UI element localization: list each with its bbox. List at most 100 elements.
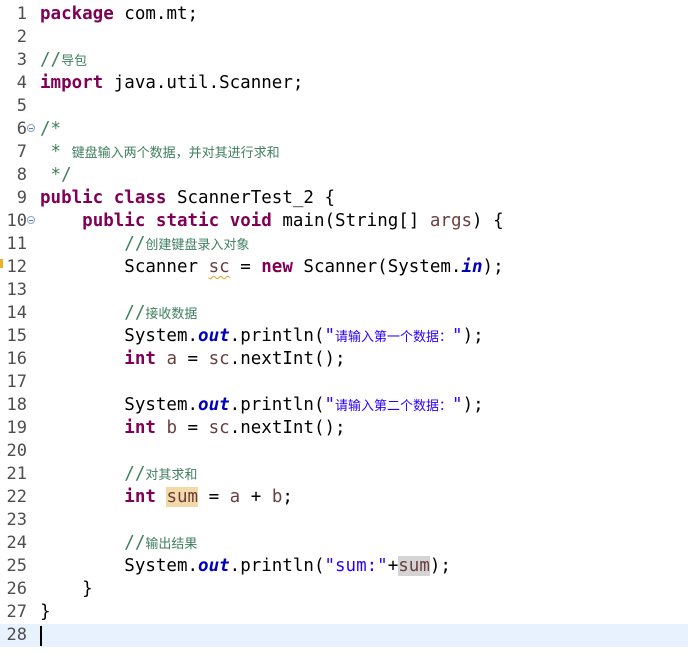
text-cursor: [40, 626, 42, 646]
code-token: Scanner(System.: [292, 257, 462, 277]
code-token: );: [462, 326, 484, 346]
code-token: new: [261, 257, 293, 277]
code-token: ": [324, 326, 336, 346]
code-token: */: [40, 165, 72, 185]
line-number: 15: [6, 326, 27, 346]
code-line[interactable]: 24 //输出结果: [0, 532, 688, 555]
fold-collapse-icon[interactable]: [27, 216, 35, 224]
code-line[interactable]: 26 }: [0, 578, 688, 601]
fold-collapse-icon[interactable]: [27, 124, 35, 132]
line-number: 2: [16, 27, 27, 47]
code-token: b: [271, 487, 283, 507]
code-token: sc: [208, 418, 230, 438]
code-token: sum: [398, 556, 430, 576]
code-line[interactable]: 14 //接收数据: [0, 302, 688, 325]
code-token: package: [40, 4, 114, 24]
code-token: 输出结果: [145, 537, 198, 552]
code-text[interactable]: System.out.println("sum:"+sum);: [40, 555, 451, 578]
code-line[interactable]: 8 */: [0, 164, 688, 187]
line-number: 1: [16, 4, 27, 24]
code-token: =: [177, 349, 209, 369]
code-token: public: [40, 188, 104, 208]
code-token: java.util.Scanner;: [103, 73, 304, 93]
code-line[interactable]: 20: [0, 440, 688, 463]
code-line[interactable]: 9 public class ScannerTest_2 {: [0, 187, 688, 210]
code-line[interactable]: 15 System.out.println("请输入第一个数据：");: [0, 325, 688, 348]
code-token: class: [113, 188, 167, 208]
code-text[interactable]: //对其求和: [40, 463, 197, 487]
code-token: a: [229, 487, 241, 507]
code-line[interactable]: 25 System.out.println("sum:"+sum);: [0, 555, 688, 578]
code-line[interactable]: 27}: [0, 601, 688, 624]
code-line[interactable]: 18 System.out.println("请输入第二个数据：");: [0, 394, 688, 417]
code-token: .println(: [229, 326, 325, 346]
code-text[interactable]: }: [40, 601, 51, 624]
code-token: ;: [282, 487, 293, 507]
code-line[interactable]: 21 //对其求和: [0, 463, 688, 486]
code-line[interactable]: 4 import java.util.Scanner;: [0, 72, 688, 95]
code-line[interactable]: 5: [0, 95, 688, 118]
code-editor[interactable]: 1 package com.mt; 2 3//导包 4 import java.util.…: [0, 0, 688, 655]
code-line[interactable]: 3 //导包: [0, 49, 688, 72]
line-number: 19: [6, 418, 27, 438]
code-line[interactable]: 23: [0, 509, 688, 532]
code-text[interactable]: System.out.println("请输入第一个数据：");: [40, 325, 484, 349]
code-token: =: [177, 418, 209, 438]
code-token: //: [124, 303, 146, 323]
code-line[interactable]: 1 package com.mt;: [0, 3, 688, 26]
code-token: Scanner: [40, 257, 209, 277]
line-number: 5: [16, 96, 27, 116]
code-token: out: [198, 556, 230, 576]
code-token: com.mt;: [113, 4, 199, 24]
code-text[interactable]: import java.util.Scanner;: [40, 72, 303, 95]
code-line[interactable]: 12 Scanner sc = new Scanner(System.in);: [0, 256, 688, 279]
line-number: 14: [6, 303, 27, 323]
line-number: 13: [6, 280, 27, 300]
line-number: 24: [6, 533, 27, 553]
code-token: 请输入第一个数据：: [335, 330, 453, 345]
code-line[interactable]: 22 int sum = a + b;: [0, 486, 688, 509]
code-text[interactable]: //导包: [40, 49, 87, 73]
code-token: .nextInt();: [229, 418, 346, 438]
code-line[interactable]: 10 public static void main(String[] args…: [0, 210, 688, 233]
code-text[interactable]: public static void main(String[] args) {: [40, 210, 504, 233]
code-line[interactable]: 7 * 键盘输入两个数据，并对其进行求和: [0, 141, 688, 164]
code-text[interactable]: //创建键盘录入对象: [40, 233, 249, 257]
code-token: static: [155, 211, 220, 231]
code-text[interactable]: */: [40, 164, 72, 187]
code-line[interactable]: 11 //创建键盘录入对象: [0, 233, 688, 256]
code-token: int: [124, 349, 156, 369]
line-number: 9: [16, 188, 27, 208]
code-text[interactable]: //输出结果: [40, 532, 197, 556]
code-text[interactable]: int b = sc.nextInt();: [40, 417, 346, 440]
code-text[interactable]: /*: [40, 118, 61, 141]
code-token: ": [452, 326, 463, 346]
line-number: 27: [6, 602, 27, 622]
code-text[interactable]: public class ScannerTest_2 {: [40, 187, 335, 210]
code-text[interactable]: }: [40, 578, 93, 601]
code-line[interactable]: 19 int b = sc.nextInt();: [0, 417, 688, 440]
code-token: );: [482, 257, 504, 277]
code-text[interactable]: //接收数据: [40, 302, 197, 326]
code-line[interactable]: 28: [0, 624, 688, 647]
code-line[interactable]: 13: [0, 279, 688, 302]
code-line[interactable]: 17: [0, 371, 688, 394]
code-line[interactable]: 6 /*: [0, 118, 688, 141]
code-token: +: [387, 556, 399, 576]
code-text[interactable]: Scanner sc = new Scanner(System.in);: [40, 256, 504, 279]
warning-marker-icon[interactable]: [0, 259, 3, 268]
code-text[interactable]: int sum = a + b;: [40, 486, 293, 509]
code-text[interactable]: System.out.println("请输入第二个数据：");: [40, 394, 483, 418]
code-line[interactable]: 16 int a = sc.nextInt();: [0, 348, 688, 371]
code-token: =: [229, 257, 262, 277]
code-text[interactable]: * 键盘输入两个数据，并对其进行求和: [40, 141, 280, 165]
code-token: public: [82, 211, 146, 231]
code-text[interactable]: package com.mt;: [40, 3, 198, 26]
code-line[interactable]: 2: [0, 26, 688, 49]
code-token: int: [124, 418, 156, 438]
code-text[interactable]: int a = sc.nextInt();: [40, 348, 345, 371]
